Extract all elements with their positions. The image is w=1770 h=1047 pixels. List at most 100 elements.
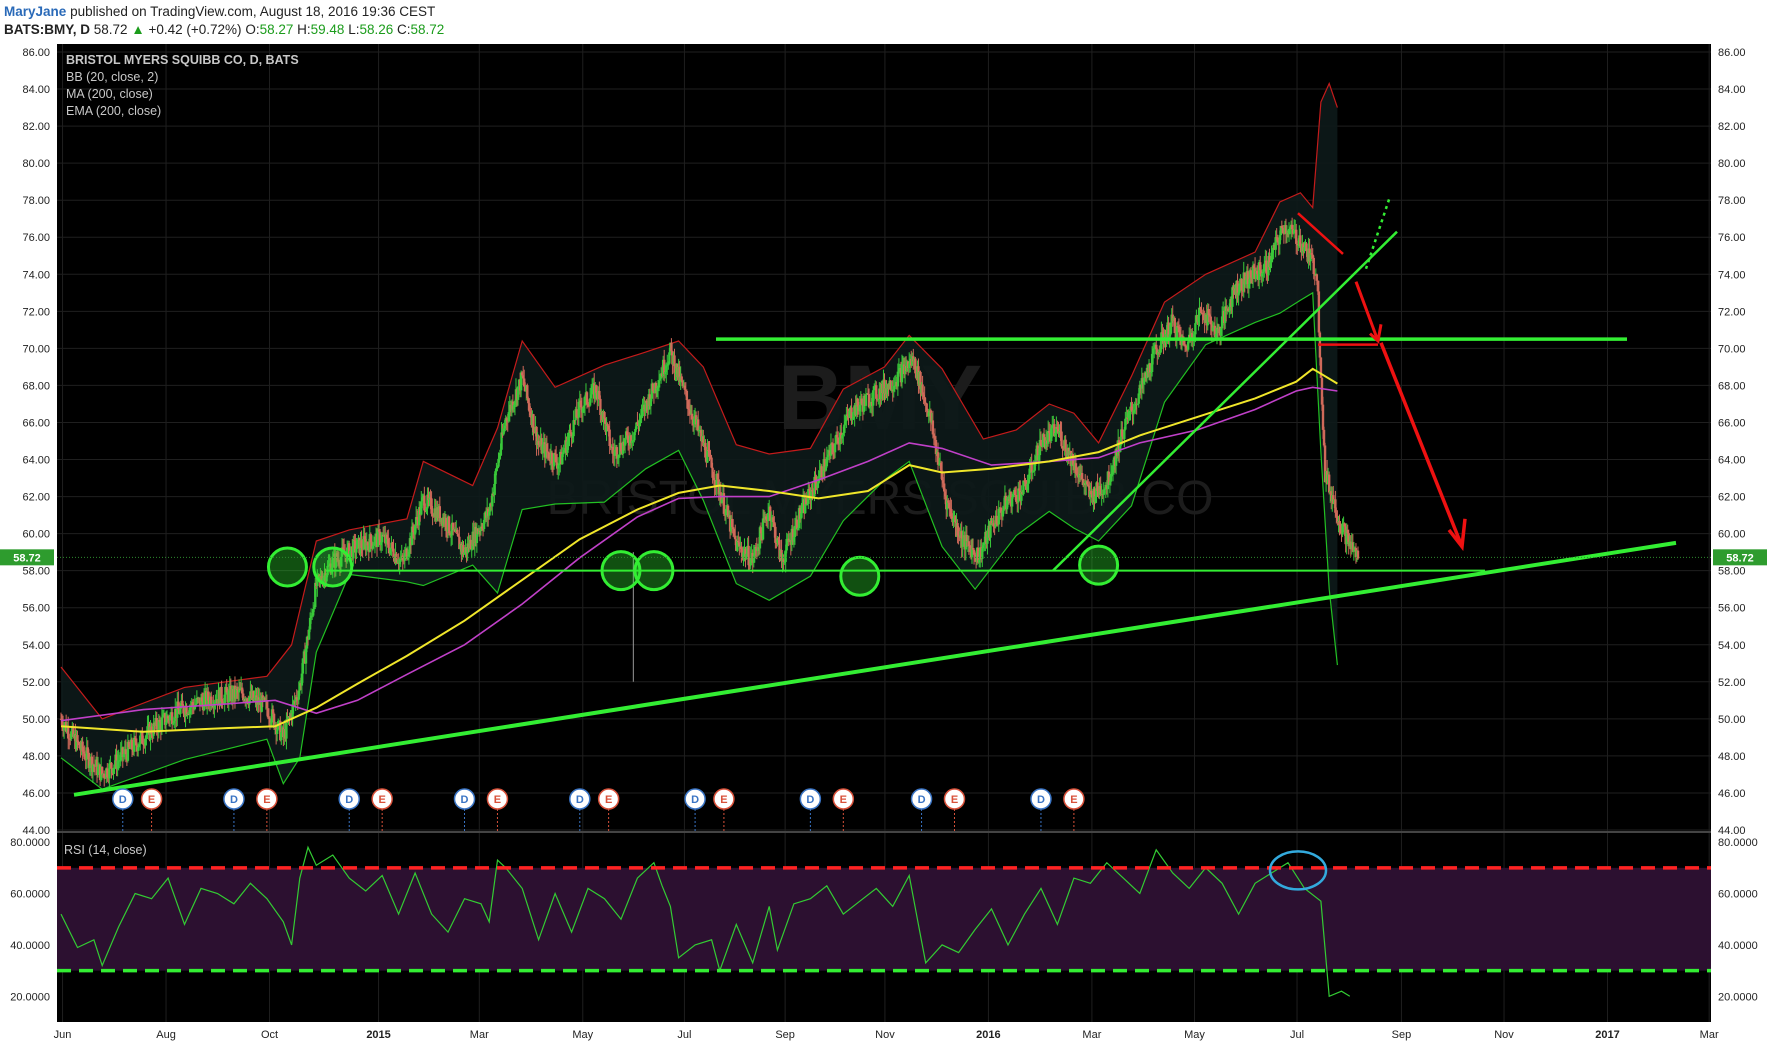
x-tick-label: 2016 (976, 1029, 1000, 1041)
y-tick-label-right: 74.00 (1718, 269, 1746, 281)
candle-body (734, 535, 737, 540)
y-tick-label-right: 44.00 (1718, 825, 1746, 837)
earnings-marker-label: E (494, 794, 501, 806)
candle-body (1299, 235, 1302, 247)
y-tick-label-left: 72.00 (22, 306, 50, 318)
y-tick-label-left: 46.00 (22, 788, 50, 800)
support-circle (266, 546, 308, 588)
x-tick-label: May (1184, 1029, 1205, 1041)
candle-body (1173, 318, 1176, 334)
x-tick-label: Jul (677, 1029, 691, 1041)
candle-body (680, 376, 683, 381)
y-tick-label-left: 58.00 (22, 566, 50, 578)
x-tick-label: Jun (54, 1029, 72, 1041)
rsi-tick-label-right: 40.0000 (1718, 940, 1758, 952)
rsi-tick-label-right: 20.0000 (1718, 991, 1758, 1003)
y-tick-label-right: 80.00 (1718, 158, 1746, 170)
y-tick-label-right: 50.00 (1718, 714, 1746, 726)
earnings-marker-label: E (720, 794, 727, 806)
rsi-band (57, 867, 1711, 971)
dividend-marker-label: D (806, 794, 814, 806)
candle-body (96, 766, 100, 776)
y-tick-label-right: 62.00 (1718, 492, 1746, 504)
y-tick-label-right: 72.00 (1718, 306, 1746, 318)
y-tick-label-left: 52.00 (22, 677, 50, 689)
x-tick-label: Jul (1290, 1029, 1304, 1041)
x-tick-label: Mar (470, 1029, 489, 1041)
candle-body (369, 534, 373, 543)
candle-body (603, 412, 606, 419)
close-value: 58.72 (410, 22, 445, 37)
candle-body (588, 398, 592, 406)
candle-body (914, 358, 917, 374)
up-triangle-icon: ▲ (131, 22, 145, 37)
y-tick-label-right: 46.00 (1718, 788, 1746, 800)
x-tick-label: Sep (1392, 1029, 1412, 1041)
support-circle (839, 555, 881, 597)
candle-body (444, 517, 448, 530)
y-tick-label-left: 60.00 (22, 529, 50, 541)
candle-body (1317, 291, 1321, 333)
candle-body (355, 548, 358, 553)
y-tick-label-right: 86.00 (1718, 47, 1746, 59)
y-tick-label-right: 64.00 (1718, 455, 1746, 467)
x-tick-label: Aug (156, 1029, 176, 1041)
legend-ma: MA (200, close) (66, 87, 153, 101)
candle-body (371, 545, 375, 549)
candle-body (713, 479, 716, 486)
support-circle (1078, 544, 1120, 586)
dividend-marker-label: D (691, 794, 699, 806)
y-tick-label-right: 84.00 (1718, 84, 1746, 96)
y-tick-label-right: 54.00 (1718, 640, 1746, 652)
candle-body (1200, 309, 1203, 314)
x-tick-label: 2015 (366, 1029, 390, 1041)
earnings-marker-label: E (951, 794, 958, 806)
last-price-text-left: 58.72 (13, 552, 41, 564)
rsi-tick-label-right: 60.0000 (1718, 889, 1758, 901)
rsi-tick-label-left: 60.0000 (10, 889, 50, 901)
candle-body (836, 437, 840, 444)
y-tick-label-left: 74.00 (22, 269, 50, 281)
candle-body (301, 658, 305, 674)
y-tick-label-right: 60.00 (1718, 529, 1746, 541)
candle-body (526, 385, 529, 399)
y-tick-label-right: 58.00 (1718, 566, 1746, 578)
y-tick-label-left: 56.00 (22, 603, 50, 615)
y-tick-label-left: 48.00 (22, 751, 50, 763)
y-tick-label-right: 56.00 (1718, 603, 1746, 615)
y-tick-label-right: 52.00 (1718, 677, 1746, 689)
y-tick-label-left: 70.00 (22, 343, 50, 355)
ohlc-info: BATS:BMY, D 58.72 ▲ +0.42 (+0.72%) O:58.… (4, 22, 444, 37)
earnings-marker-label: E (378, 794, 385, 806)
open-value: 58.27 (259, 22, 294, 37)
dividend-marker-label: D (576, 794, 584, 806)
candle-body (670, 342, 673, 352)
candle-body (1080, 473, 1084, 480)
author-link[interactable]: MaryJane (4, 4, 66, 19)
y-tick-label-left: 82.00 (22, 121, 50, 133)
y-tick-label-left: 62.00 (22, 492, 50, 504)
candle-body (1022, 480, 1025, 495)
candle-body (1321, 404, 1325, 430)
high-label: H: (297, 22, 311, 37)
y-tick-label-right: 78.00 (1718, 195, 1746, 207)
support-circle (633, 550, 675, 592)
candle-body (800, 502, 804, 514)
candle-body (833, 443, 837, 453)
y-tick-label-left: 68.00 (22, 380, 50, 392)
candle-body (961, 538, 964, 547)
chart-header: MaryJane published on TradingView.com, A… (0, 0, 1770, 44)
dividend-marker-label: D (230, 794, 238, 806)
chart-canvas[interactable]: BMY BRISTOL MYERS SQUIBB CO DDDDDDDDDEEE… (0, 44, 1770, 1047)
y-tick-label-left: 50.00 (22, 714, 50, 726)
y-tick-label-left: 44.00 (22, 825, 50, 837)
candle-body (931, 420, 935, 435)
dividend-marker-label: D (461, 794, 469, 806)
support-circle (312, 546, 354, 588)
earnings-marker-label: E (605, 794, 612, 806)
earnings-marker-label: E (263, 794, 270, 806)
candle-body (1315, 274, 1319, 281)
y-tick-label-right: 66.00 (1718, 417, 1746, 429)
rsi-band-fill (57, 867, 1711, 971)
dividend-marker-label: D (1037, 794, 1045, 806)
